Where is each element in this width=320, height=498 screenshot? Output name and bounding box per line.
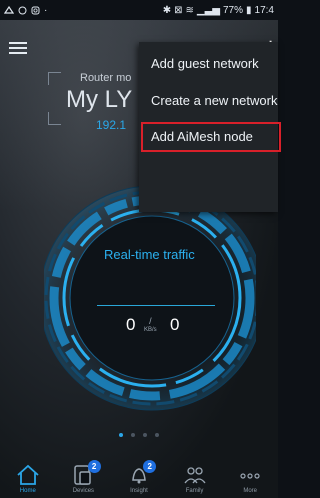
page-indicator [0,433,278,437]
traffic-divider [97,305,215,306]
hamburger-menu-icon[interactable] [9,42,27,56]
page-dot[interactable] [119,433,123,437]
menu-item-add-guest-network[interactable]: Add guest network [151,56,259,71]
traffic-ring [44,185,256,411]
download-value: 0 [170,315,180,334]
nav-home-label: Home [19,488,36,494]
page-dot[interactable] [143,433,147,437]
status-bar: · ✱ ⊠ ≋ ▁▃▅ 77% ▮ 17:4 [0,0,278,20]
family-icon [184,467,206,484]
nav-devices[interactable]: 2 Devices [56,458,112,498]
devices-badge: 2 [87,460,101,473]
device-ip: 192.1 [96,118,127,132]
unit-slash: / [149,316,152,326]
nav-more-label: More [243,488,257,494]
status-separator: · [44,4,48,16]
corner-bracket-bottom [48,112,61,125]
home-icon [17,464,39,485]
nav-insight-label: Insight [130,488,148,494]
realtime-traffic-label: Real-time traffic [104,247,195,262]
nav-more[interactable]: More [222,458,278,498]
unit-kbs: KB/s [144,327,157,333]
device-name[interactable]: My LY [66,86,132,114]
router-mode-label: Router mo [80,72,132,84]
highlight-box [141,122,281,152]
clock: 17:4 [254,4,274,16]
page-dot[interactable] [155,433,159,437]
mute-icon: ⊠ [174,4,183,16]
insight-badge: 2 [143,460,157,473]
page-dot[interactable] [131,433,135,437]
bluetooth-icon: ✱ [162,4,172,16]
add-menu-dropdown: Add guest network Create a new network A… [139,42,281,212]
signal-icon: ▁▃▅ [196,4,220,16]
status-left-icons: · [4,5,47,16]
status-right: ✱ ⊠ ≋ ▁▃▅ 77% ▮ 17:4 [163,5,274,16]
instagram-icon [31,6,40,14]
nav-devices-label: Devices [72,488,95,494]
battery-icon: ▮ [246,4,252,16]
more-icon [240,473,260,479]
nav-family-label: Family [185,488,204,494]
nav-family[interactable]: Family [167,458,223,498]
menu-item-create-network[interactable]: Create a new network [151,93,277,108]
battery-percent: 77% [223,4,244,16]
bottom-nav: Home 2 Devices 2 Insight Family More [0,458,278,498]
asus-icon [4,6,14,14]
wifi-icon: ≋ [185,4,194,16]
whatsapp-icon [18,6,27,14]
upload-value: 0 [126,315,136,334]
nav-home[interactable]: Home [0,458,56,498]
corner-bracket-top [48,72,61,85]
nav-insight[interactable]: 2 Insight [111,458,167,498]
traffic-unit: / KB/s [144,317,157,335]
